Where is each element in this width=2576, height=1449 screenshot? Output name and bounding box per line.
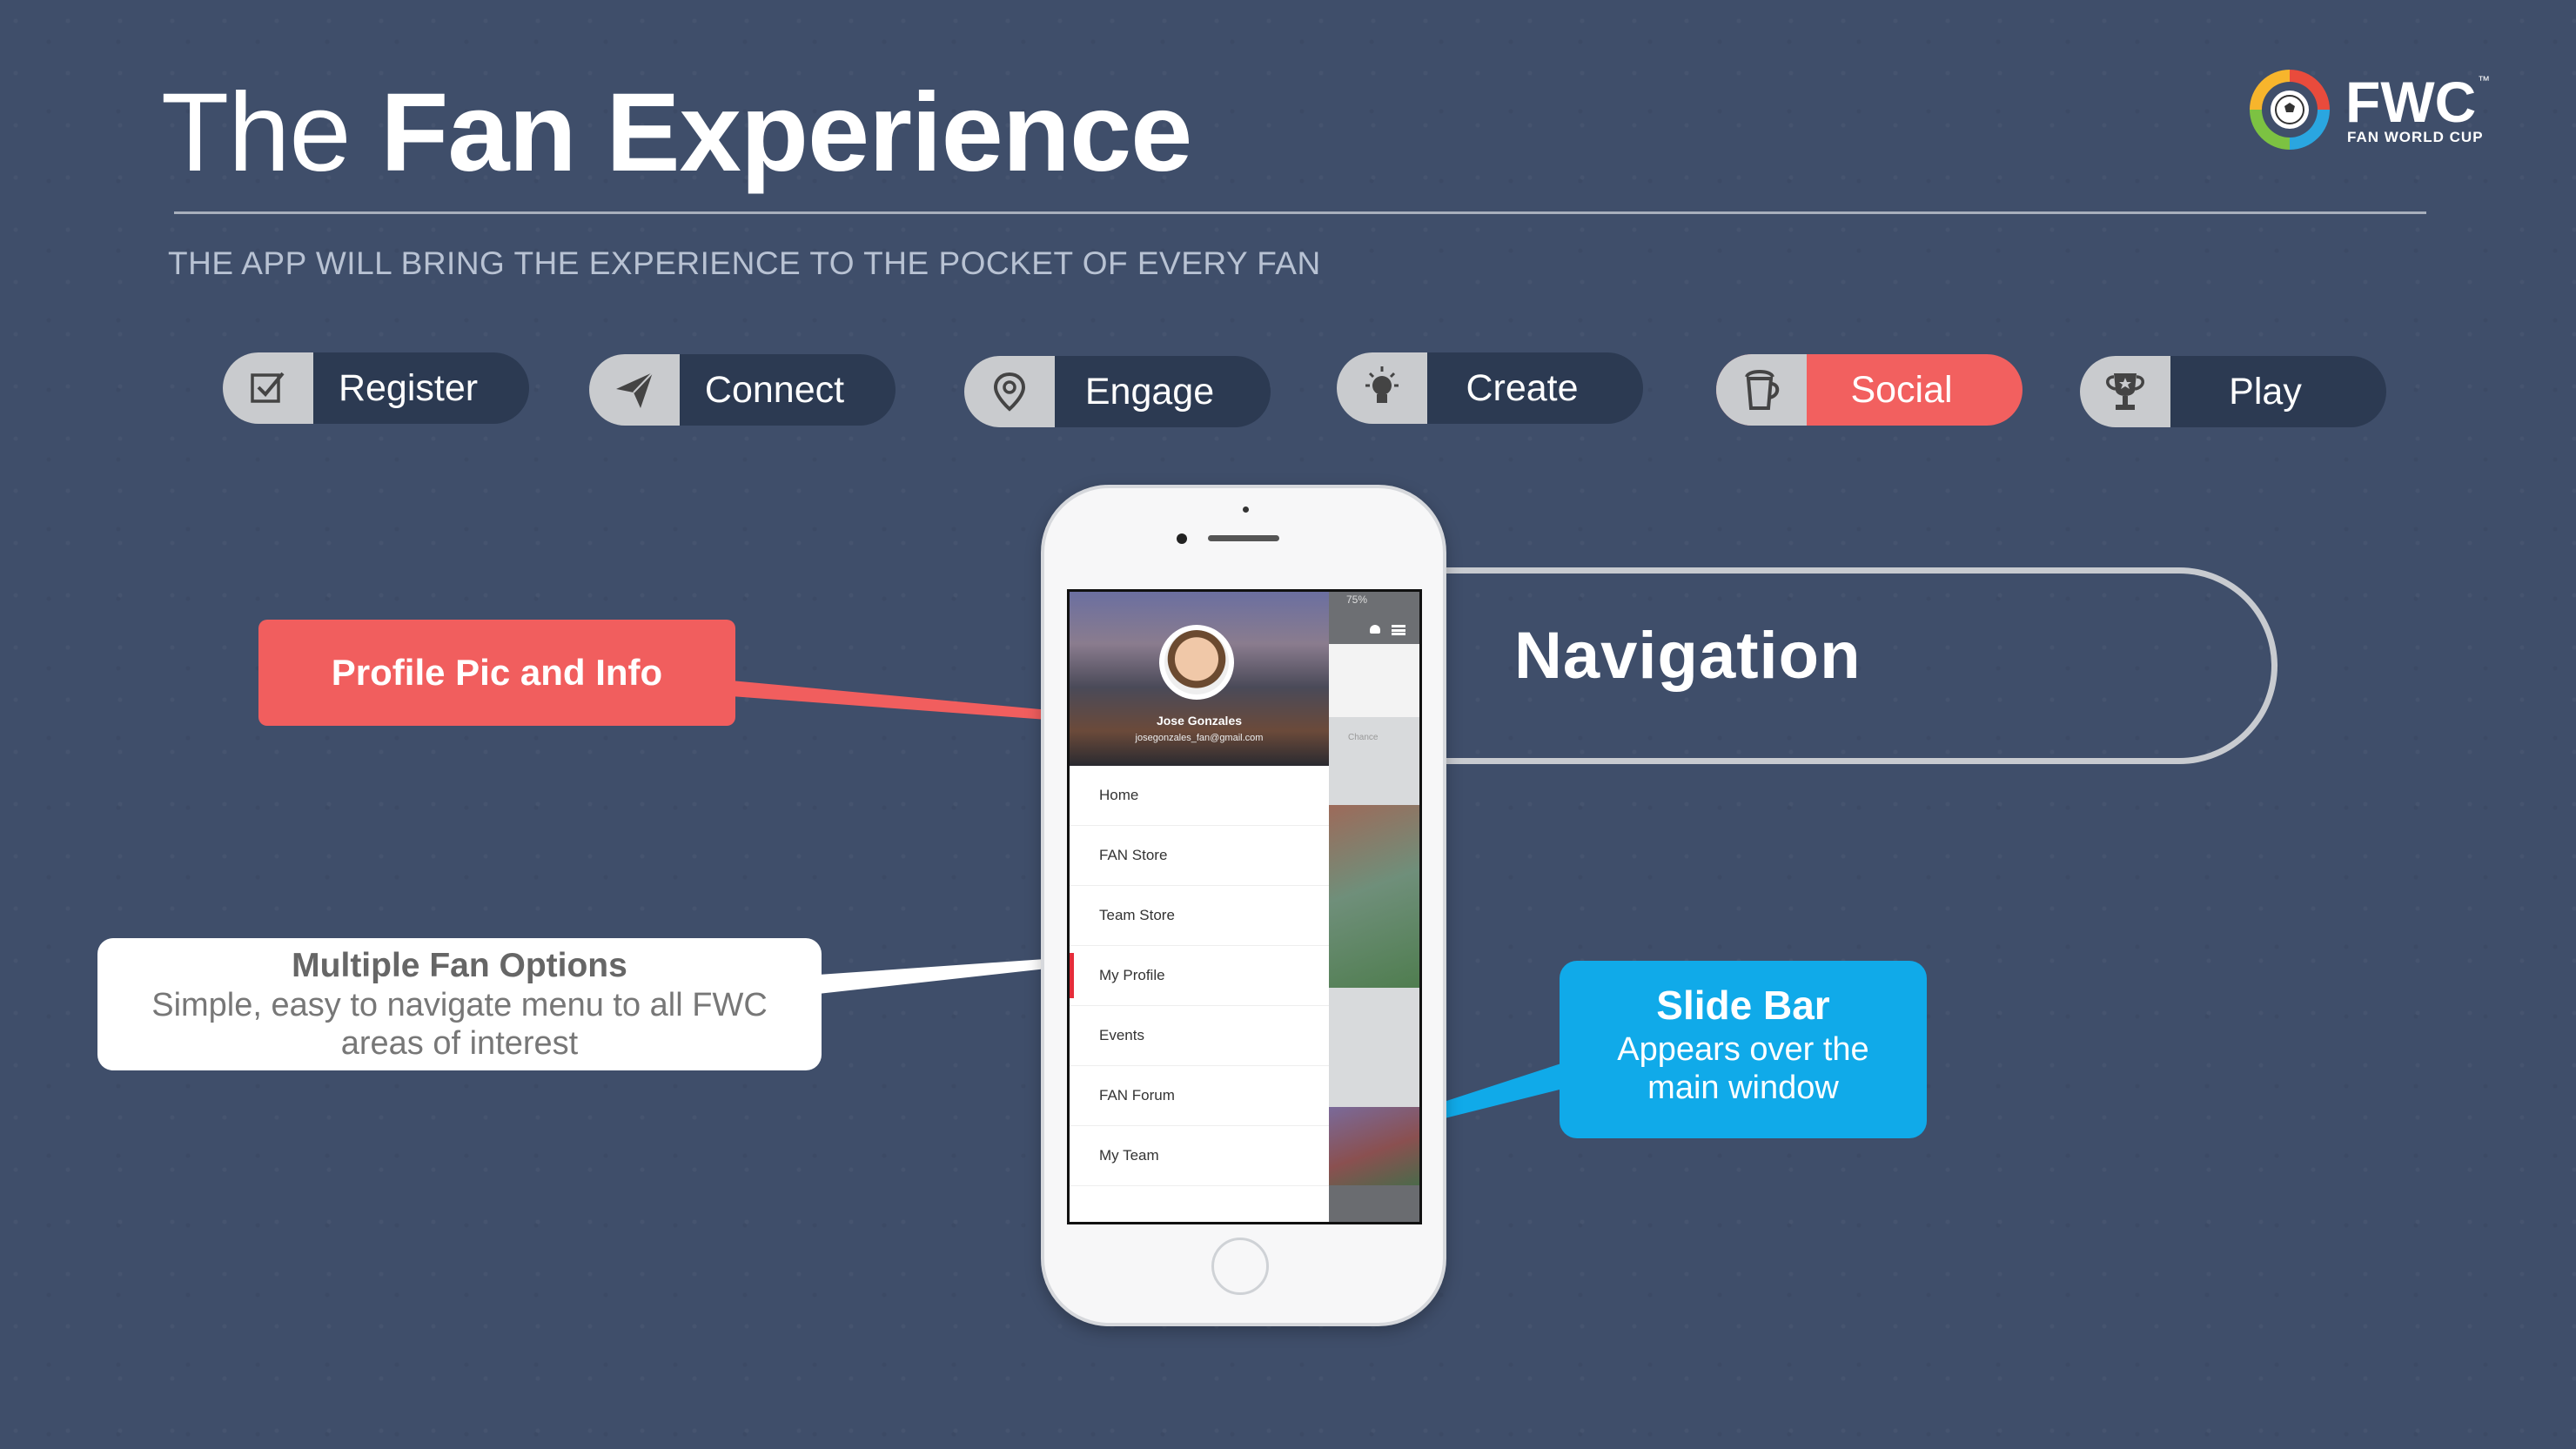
paper-plane-icon bbox=[589, 354, 680, 426]
title-divider bbox=[174, 211, 2426, 214]
status-battery: 75% bbox=[1346, 594, 1368, 606]
options-pointer bbox=[818, 957, 1070, 994]
menu-item-label: Home bbox=[1099, 787, 1139, 803]
menu-item-team-store[interactable]: Team Store bbox=[1070, 886, 1329, 946]
location-pin-icon bbox=[964, 356, 1055, 427]
pill-engage[interactable]: Engage bbox=[964, 356, 1271, 427]
pill-label: Engage bbox=[1084, 370, 1215, 413]
menu-item-home[interactable]: Home bbox=[1070, 766, 1329, 826]
feed-image[interactable] bbox=[1329, 1107, 1419, 1185]
pill-label: Register bbox=[338, 366, 479, 409]
phone-camera-icon bbox=[1177, 533, 1187, 544]
app-text: Chance bbox=[1348, 733, 1379, 742]
hamburger-menu-icon[interactable] bbox=[1392, 625, 1405, 635]
options-callout-title: Multiple Fan Options bbox=[292, 947, 627, 984]
app-panel bbox=[1329, 644, 1419, 717]
lightbulb-icon bbox=[1337, 352, 1427, 424]
avatar-photo bbox=[1164, 630, 1229, 694]
app-topbar bbox=[1329, 592, 1419, 644]
pill-connect[interactable]: Connect bbox=[589, 354, 896, 426]
pill-label: Create bbox=[1466, 366, 1579, 409]
menu-item-events[interactable]: Events bbox=[1070, 1006, 1329, 1066]
menu-item-label: Events bbox=[1099, 1027, 1144, 1043]
phone-screen: 75% Chance Jose Gonzales josegonzales_fa… bbox=[1067, 589, 1422, 1224]
slide-drawer: Jose Gonzales josegonzales_fan@gmail.com… bbox=[1070, 592, 1329, 1222]
slidebar-callout-title: Slide Bar bbox=[1656, 983, 1830, 1028]
menu-item-label: Team Store bbox=[1099, 907, 1175, 923]
pill-label: Social bbox=[1850, 368, 1953, 411]
pill-label: Connect bbox=[704, 368, 845, 411]
pill-create[interactable]: Create bbox=[1337, 352, 1643, 424]
beer-mug-icon bbox=[1716, 354, 1807, 426]
logo-text: FWC bbox=[2345, 70, 2477, 134]
bell-icon[interactable] bbox=[1370, 625, 1380, 634]
logo-subtitle: FAN WORLD CUP bbox=[2347, 129, 2484, 145]
app-bottom-bar bbox=[1329, 1185, 1419, 1222]
pill-register[interactable]: Register bbox=[223, 352, 529, 424]
menu-item-label: FAN Store bbox=[1099, 847, 1168, 863]
phone-speaker bbox=[1208, 535, 1279, 541]
user-name: Jose Gonzales bbox=[1156, 714, 1243, 728]
logo-trademark: ™ bbox=[2478, 73, 2490, 87]
options-callout: Multiple Fan Options Simple, easy to nav… bbox=[97, 938, 822, 1070]
pill-label: Play bbox=[2229, 370, 2302, 413]
menu-item-label: My Profile bbox=[1099, 967, 1165, 983]
slidebar-callout-desc: Appears over the main window bbox=[1617, 1031, 1869, 1106]
profile-callout-label: Profile Pic and Info bbox=[331, 652, 663, 693]
page-subtitle: THE APP WILL BRING THE EXPERIENCE TO THE… bbox=[168, 245, 1321, 281]
title-light: The bbox=[161, 70, 352, 195]
menu-item-my-team[interactable]: My Team bbox=[1070, 1126, 1329, 1186]
soccer-ball-icon bbox=[2271, 91, 2309, 129]
profile-header-photo: Jose Gonzales josegonzales_fan@gmail.com bbox=[1070, 592, 1329, 766]
slidebar-callout: Slide Bar Appears over the main window bbox=[1560, 961, 1927, 1138]
menu-item-fan-store[interactable]: FAN Store bbox=[1070, 826, 1329, 886]
menu-item-label: FAN Forum bbox=[1099, 1087, 1175, 1104]
navigation-label: Navigation bbox=[1514, 619, 1862, 693]
page-title: The Fan Experience bbox=[161, 68, 1192, 198]
checkbox-icon bbox=[223, 352, 313, 424]
title-bold: Fan Experience bbox=[380, 70, 1192, 195]
trophy-icon bbox=[2080, 356, 2170, 427]
fwc-logo: FWC ™ FAN WORLD CUP bbox=[2250, 70, 2490, 157]
avatar[interactable] bbox=[1159, 625, 1234, 700]
profile-callout: Profile Pic and Info bbox=[258, 620, 735, 726]
user-email: josegonzales_fan@gmail.com bbox=[1135, 733, 1264, 743]
phone-home-button[interactable] bbox=[1211, 1238, 1269, 1295]
options-callout-desc: Simple, easy to navigate menu to all FWC… bbox=[151, 987, 768, 1062]
menu-item-my-profile[interactable]: My Profile bbox=[1070, 946, 1329, 1006]
feed-image[interactable] bbox=[1329, 805, 1419, 988]
pill-play[interactable]: Play bbox=[2080, 356, 2386, 427]
menu-item-label: My Team bbox=[1099, 1147, 1159, 1164]
pill-social[interactable]: Social bbox=[1716, 354, 2023, 426]
menu-item-fan-forum[interactable]: FAN Forum bbox=[1070, 1066, 1329, 1126]
phone-sensor bbox=[1243, 506, 1249, 513]
